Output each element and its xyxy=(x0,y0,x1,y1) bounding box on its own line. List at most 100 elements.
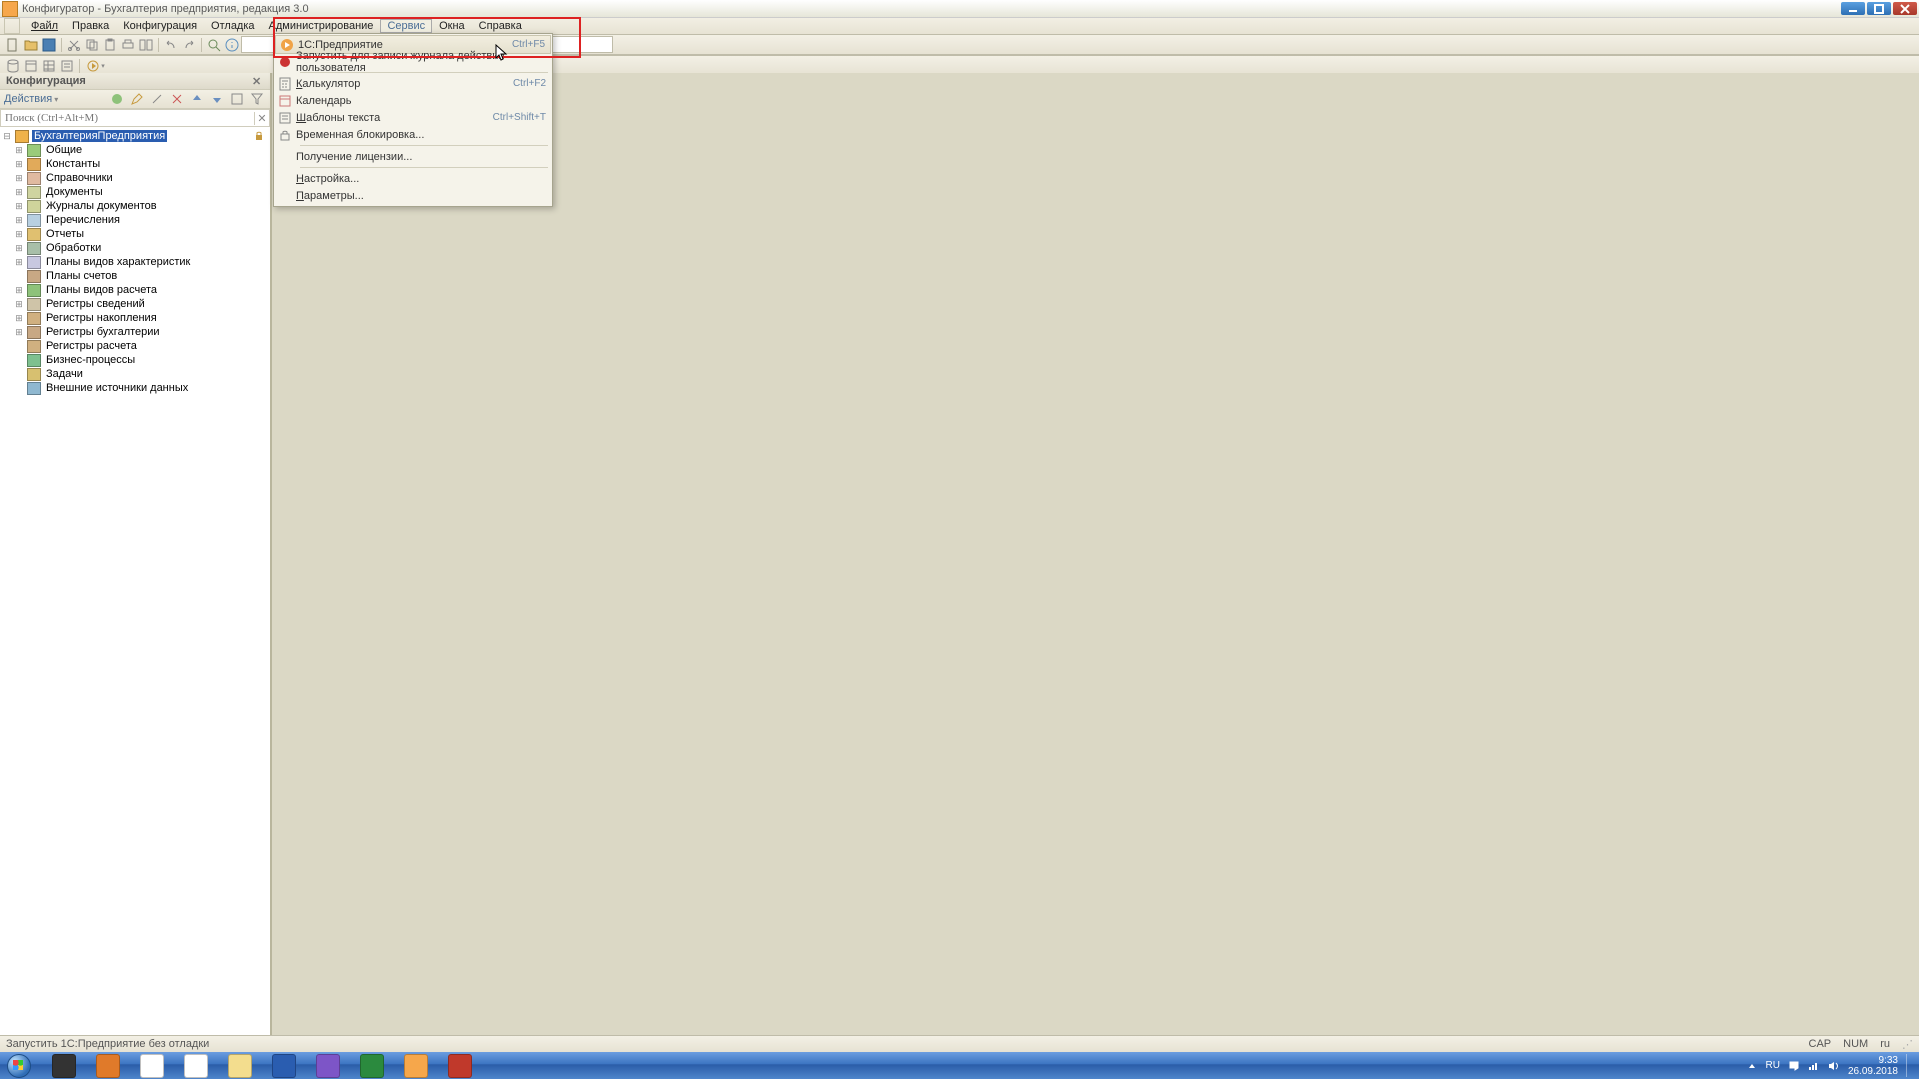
movedown-icon[interactable] xyxy=(209,91,225,107)
actions-dropdown[interactable]: Действия xyxy=(4,93,58,105)
taskbar-app-yandex[interactable] xyxy=(176,1054,216,1077)
network-icon[interactable] xyxy=(1808,1060,1820,1072)
delete-icon[interactable] xyxy=(169,91,185,107)
menu-edit[interactable]: Правка xyxy=(65,19,116,33)
tree-node[interactable]: ⊞Документы xyxy=(0,185,270,199)
system-menu-icon[interactable] xyxy=(4,18,20,34)
menu-debug[interactable]: Отладка xyxy=(204,19,261,33)
tree-node[interactable]: ⊞Задачи xyxy=(0,367,270,381)
redo-icon[interactable] xyxy=(181,37,197,53)
expander-icon[interactable]: ⊞ xyxy=(14,257,24,268)
form-icon[interactable] xyxy=(59,58,75,74)
new-icon[interactable] xyxy=(5,37,21,53)
compare-icon[interactable] xyxy=(138,37,154,53)
taskbar-app-word[interactable] xyxy=(264,1054,304,1077)
paste-icon[interactable] xyxy=(102,37,118,53)
tree-node[interactable]: ⊞Журналы документов xyxy=(0,199,270,213)
tree-node[interactable]: ⊞Регистры накопления xyxy=(0,311,270,325)
start-button[interactable] xyxy=(0,1052,38,1079)
tree-node[interactable]: ⊞Отчеты xyxy=(0,227,270,241)
expander-icon[interactable]: ⊞ xyxy=(14,215,24,226)
expander-icon[interactable]: ⊞ xyxy=(14,243,24,254)
expander-icon[interactable]: ⊟ xyxy=(2,131,12,142)
tree-node[interactable]: ⊞Планы видов расчета xyxy=(0,283,270,297)
action-center-icon[interactable] xyxy=(1788,1060,1800,1072)
taskbar-app-viber[interactable] xyxy=(308,1054,348,1077)
menu-item[interactable]: Временная блокировка... xyxy=(274,126,552,143)
minimize-button[interactable] xyxy=(1841,2,1865,15)
db-icon[interactable] xyxy=(5,58,21,74)
taskbar-app-pdf[interactable] xyxy=(440,1054,480,1077)
expander-icon[interactable]: ⊞ xyxy=(14,173,24,184)
cut-icon[interactable] xyxy=(66,37,82,53)
tree-root[interactable]: ⊟ БухгалтерияПредприятия xyxy=(0,129,270,143)
close-button[interactable] xyxy=(1893,2,1917,15)
add-icon[interactable] xyxy=(109,91,125,107)
panel-search-clear-icon[interactable]: ✕ xyxy=(254,112,269,125)
tree-node[interactable]: ⊞Планы видов характеристик xyxy=(0,255,270,269)
taskbar-app-chrome[interactable] xyxy=(132,1054,172,1077)
menu-item[interactable]: Параметры... xyxy=(274,187,552,204)
tree-node[interactable]: ⊞Общие xyxy=(0,143,270,157)
sort-icon[interactable] xyxy=(229,91,245,107)
menu-item[interactable]: Запустить для записи журнала действий по… xyxy=(274,53,552,70)
menu-item[interactable]: Настройка... xyxy=(274,170,552,187)
print-icon[interactable] xyxy=(120,37,136,53)
menu-configuration[interactable]: Конфигурация xyxy=(116,19,204,33)
expander-icon[interactable]: ⊞ xyxy=(14,313,24,324)
expander-icon[interactable]: ⊞ xyxy=(14,299,24,310)
tree-node[interactable]: ⊞Перечисления xyxy=(0,213,270,227)
expander-icon[interactable]: ⊞ xyxy=(14,285,24,296)
tray-overflow-icon[interactable] xyxy=(1747,1061,1757,1071)
find-icon[interactable] xyxy=(206,37,222,53)
taskbar-app-winamp[interactable] xyxy=(44,1054,84,1077)
moveup-icon[interactable] xyxy=(189,91,205,107)
tree-node[interactable]: ⊞Справочники xyxy=(0,171,270,185)
maximize-button[interactable] xyxy=(1867,2,1891,15)
panel-search-input[interactable] xyxy=(1,112,254,124)
menu-windows[interactable]: Окна xyxy=(432,19,472,33)
filter-icon[interactable] xyxy=(249,91,265,107)
taskbar-app-1c[interactable] xyxy=(396,1054,436,1077)
undo-icon[interactable] xyxy=(163,37,179,53)
taskbar-app-firefox[interactable] xyxy=(88,1054,128,1077)
menu-item[interactable]: Календарь xyxy=(274,92,552,109)
tree-node[interactable]: ⊞Константы xyxy=(0,157,270,171)
tree-node[interactable]: ⊞Регистры бухгалтерии xyxy=(0,325,270,339)
tree-node[interactable]: ⊞Регистры сведений xyxy=(0,297,270,311)
configuration-tree[interactable]: ⊟ БухгалтерияПредприятия ⊞Общие⊞Констант… xyxy=(0,127,270,1052)
expander-icon[interactable]: ⊞ xyxy=(14,187,24,198)
volume-icon[interactable] xyxy=(1828,1060,1840,1072)
menu-item[interactable]: Шаблоны текстаCtrl+Shift+T xyxy=(274,109,552,126)
menu-help[interactable]: Справка xyxy=(472,19,529,33)
tray-clock[interactable]: 9:33 26.09.2018 xyxy=(1848,1055,1898,1077)
menu-service[interactable]: Сервис xyxy=(380,19,432,33)
run-icon[interactable]: ▾ xyxy=(84,58,108,74)
tree-node[interactable]: ⊞Бизнес-процессы xyxy=(0,353,270,367)
wand-icon[interactable] xyxy=(149,91,165,107)
window-icon[interactable] xyxy=(23,58,39,74)
edit-icon[interactable] xyxy=(129,91,145,107)
menu-item[interactable]: КалькуляторCtrl+F2 xyxy=(274,75,552,92)
expander-icon[interactable]: ⊞ xyxy=(14,159,24,170)
expander-icon[interactable]: ⊞ xyxy=(14,145,24,156)
taskbar-app-excel[interactable] xyxy=(352,1054,392,1077)
tree-node[interactable]: ⊞Внешние источники данных xyxy=(0,381,270,395)
menu-file[interactable]: Файл xyxy=(24,19,65,33)
copy-icon[interactable] xyxy=(84,37,100,53)
save-icon[interactable] xyxy=(41,37,57,53)
expander-icon[interactable]: ⊞ xyxy=(14,229,24,240)
tray-language-indicator[interactable]: RU xyxy=(1765,1060,1779,1071)
open-icon[interactable] xyxy=(23,37,39,53)
show-desktop-button[interactable] xyxy=(1906,1054,1913,1077)
expander-icon[interactable]: ⊞ xyxy=(14,327,24,338)
expander-icon[interactable]: ⊞ xyxy=(14,201,24,212)
table-icon[interactable] xyxy=(41,58,57,74)
about-icon[interactable] xyxy=(224,37,240,53)
panel-close-icon[interactable]: ✕ xyxy=(252,75,264,87)
tree-node[interactable]: ⊞Регистры расчета xyxy=(0,339,270,353)
menu-administration[interactable]: Администрирование xyxy=(262,19,381,33)
tree-node[interactable]: ⊞Планы счетов xyxy=(0,269,270,283)
tree-node[interactable]: ⊞Обработки xyxy=(0,241,270,255)
menu-item[interactable]: Получение лицензии... xyxy=(274,148,552,165)
